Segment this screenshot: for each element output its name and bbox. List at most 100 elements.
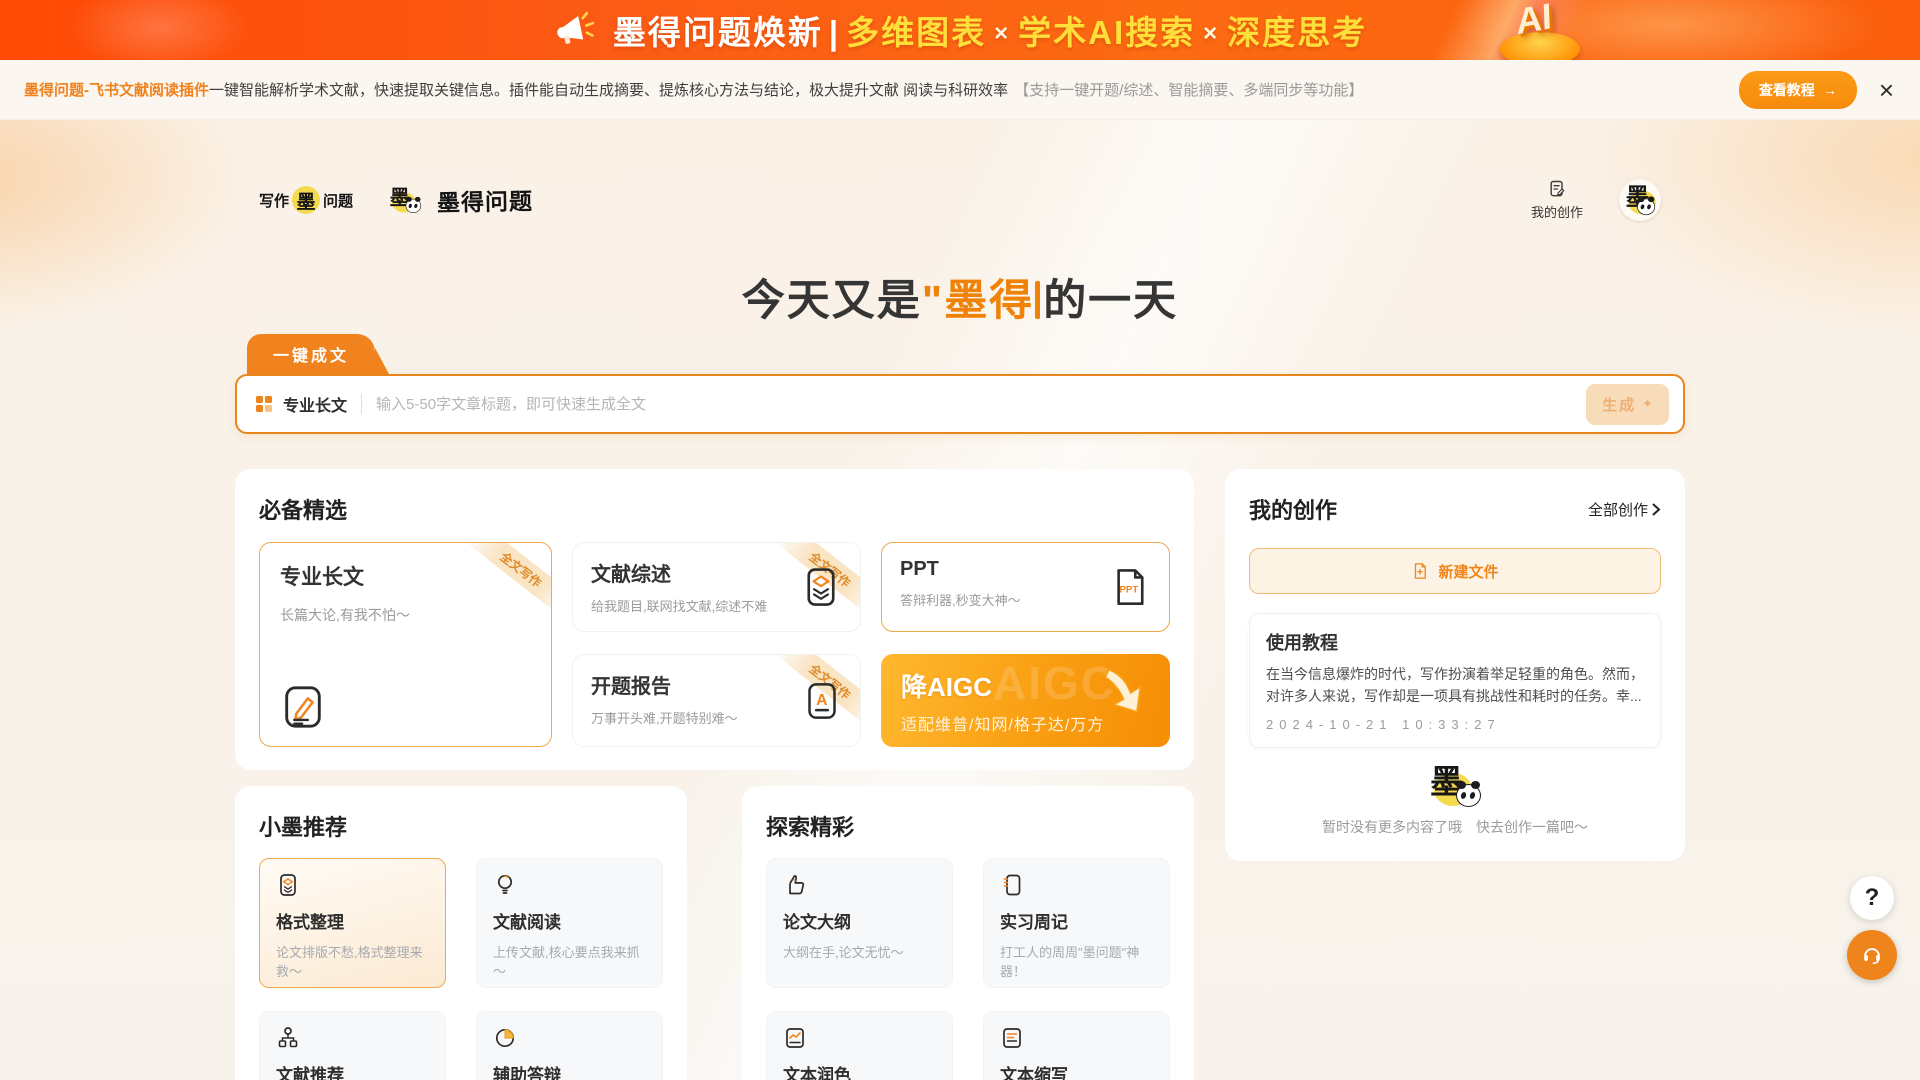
my-creations-nav[interactable]: 我的创作	[1531, 179, 1583, 221]
explore-title: 探索精彩	[766, 810, 1170, 842]
close-icon[interactable]: ×	[1879, 77, 1894, 103]
mode-selector[interactable]: 专业长文	[255, 392, 347, 416]
card-format-cleanup[interactable]: 格式整理 论文排版不愁,格式整理来救～	[259, 858, 446, 988]
svg-text:A: A	[816, 692, 828, 709]
logo-main[interactable]: 墨 墨得问题	[379, 178, 533, 222]
banner-separator: |	[829, 14, 840, 51]
logo1-prefix: 写作	[259, 190, 289, 211]
card-title: 论文大纲	[783, 908, 936, 933]
view-all-link[interactable]: 全部创作	[1588, 499, 1661, 520]
title-input-bar: 专业长文 生成✦	[235, 374, 1685, 434]
question-icon: ?	[1865, 884, 1880, 912]
promo-banner: 墨得问题焕新|多维图表×学术AI搜索×深度思考 AI	[0, 0, 1920, 60]
new-file-button[interactable]: 新建文件	[1249, 548, 1661, 594]
card-ppt[interactable]: PPT 答辩利器,秒变大神～ PPT	[881, 542, 1170, 632]
pie-chart-icon	[493, 1026, 517, 1050]
layers-document-icon	[276, 873, 300, 897]
lines-document-icon	[1000, 1026, 1024, 1050]
grid-icon	[255, 395, 273, 413]
card-subtitle: 适配维普/知网/格子达/万方	[901, 711, 1104, 735]
sparkle-icon: ✦	[1642, 396, 1653, 412]
typing-cursor	[1035, 281, 1040, 319]
ai-badge-text: AI	[1516, 0, 1553, 43]
notice-highlight: 墨得问题-飞书文献阅读插件	[24, 82, 209, 99]
notice-body: 一键智能解析学术文献，快速提取关键信息。插件能自动生成摘要、提炼核心方法与结论，…	[209, 82, 1008, 99]
thumbs-up-icon	[783, 873, 807, 897]
card-title: 辅助答辩	[493, 1061, 646, 1080]
logo-small[interactable]: 写作 墨 问题	[259, 186, 353, 214]
arrow-right-icon: →	[1823, 82, 1837, 98]
title-input[interactable]	[376, 396, 1586, 413]
banner-brand: 墨得问题焕新	[613, 14, 823, 51]
card-proposal-report[interactable]: 全文写作 开题报告 万事开头难,开题特别难～ A	[572, 654, 861, 747]
customer-service-button[interactable]	[1847, 930, 1897, 980]
divider	[361, 394, 362, 414]
composer: 一键成文 专业长文 生成✦	[235, 334, 1685, 434]
notice-bar: 墨得问题-飞书文献阅读插件一键智能解析学术文献，快速提取关键信息。插件能自动生成…	[0, 60, 1920, 120]
card-paper-outline[interactable]: 论文大纲 大纲在手,论文无忧～	[766, 858, 953, 988]
card-reduce-aigc[interactable]: AIGC 降AIGC 适配维普/知网/格子达/万方	[881, 654, 1170, 747]
view-all-label: 全部创作	[1588, 499, 1648, 520]
card-title: 文献阅读	[493, 908, 646, 933]
chart-document-icon	[783, 1026, 807, 1050]
card-literature-recommend[interactable]: 文献推荐 给我内容,帮你找最适合的文献～	[259, 1011, 446, 1080]
document-edit-icon	[1547, 179, 1567, 199]
card-subtitle: 大纲在手,论文无忧～	[783, 942, 936, 961]
view-tutorial-button[interactable]: 查看教程 →	[1739, 71, 1857, 109]
new-file-label: 新建文件	[1438, 561, 1498, 582]
panda-logo-icon: 墨	[389, 186, 421, 213]
my-creations-panel: 我的创作 全部创作 新建文件	[1225, 469, 1685, 861]
notice-bracket: 【支持一键开题/综述、智能摘要、多端同步等功能】	[1014, 82, 1363, 99]
card-subtitle: 打工人的周周"墨问题"神器！	[1000, 942, 1153, 980]
hero-pre: 今天又是	[742, 277, 922, 325]
card-title: 文献推荐	[276, 1061, 429, 1080]
banner-feature-thinking: 深度思考	[1227, 14, 1367, 51]
notebook-icon	[1000, 873, 1024, 897]
essentials-title: 必备精选	[259, 493, 1170, 525]
card-text-condense[interactable]: 文本缩写 浓缩才是精华,点我试试看～	[983, 1011, 1170, 1080]
essentials-panel: 必备精选 全文写作 专业长文 长篇大论,有我不怕～	[235, 469, 1194, 770]
tutorial-timestamp: 2024-10-21 10:33:27	[1266, 717, 1644, 732]
card-long-article[interactable]: 全文写作 专业长文 长篇大论,有我不怕～	[259, 542, 552, 747]
hero-highlight: 墨得	[944, 277, 1034, 325]
recommend-panel: 小墨推荐 格式整理 论文排版不愁,格式整理来救～	[235, 786, 687, 1080]
help-button[interactable]: ?	[1850, 876, 1894, 920]
explore-panel: 探索精彩 论文大纲 大纲在手,论文无忧～	[742, 786, 1194, 1080]
hero-post: 的一天	[1043, 277, 1178, 325]
banner-feature-search: 学术AI搜索	[1018, 14, 1195, 51]
file-plus-icon	[1411, 562, 1429, 580]
banner-decor-left	[70, 0, 250, 60]
card-title: 专业长文	[280, 561, 531, 591]
generate-button[interactable]: 生成✦	[1586, 384, 1669, 425]
avatar-panda-icon: 墨	[1625, 184, 1655, 216]
card-literature-reading[interactable]: 文献阅读 上传文献,核心要点我来抓～	[476, 858, 663, 988]
tutorial-body: 在当今信息爆炸的时代，写作扮演着举足轻重的角色。然而，对许多人来说，写作却是一项…	[1266, 663, 1644, 708]
hero-title: 今天又是"墨得的一天	[235, 266, 1685, 328]
card-subtitle: 论文排版不愁,格式整理来救～	[276, 942, 429, 980]
tutorial-item[interactable]: 使用教程 在当今信息爆炸的时代，写作扮演着举足轻重的角色。然而，对许多人来说，写…	[1249, 613, 1661, 748]
chevron-right-icon	[1652, 503, 1661, 516]
a-document-icon: A	[802, 681, 842, 721]
card-literature-review[interactable]: 全文写作 文献综述 给我题目,联网找文献,综述不难	[572, 542, 861, 632]
banner-times-1: ×	[994, 20, 1010, 47]
page-header: 写作 墨 问题 墨 墨得问题	[259, 178, 1661, 222]
panda-empty-icon: 墨	[1429, 764, 1481, 808]
empty-state: 墨 暂时没有更多内容了哦 快去创作一篇吧～	[1249, 764, 1661, 837]
logo1-suffix: 问题	[323, 190, 353, 211]
lightbulb-icon	[493, 873, 517, 897]
card-title: 格式整理	[276, 908, 429, 933]
tab-one-click-writing[interactable]: 一键成文	[247, 334, 375, 374]
card-defense-assist[interactable]: 辅助答辩 答辩利器,舌战群导～	[476, 1011, 663, 1080]
pencil-document-icon	[280, 684, 326, 730]
main-page: 写作 墨 问题 墨 墨得问题	[0, 120, 1920, 1080]
view-tutorial-label: 查看教程	[1759, 80, 1815, 100]
card-text-polish[interactable]: 文本润色 文采飞扬,从润色开始～	[766, 1011, 953, 1080]
avatar[interactable]: 墨	[1619, 179, 1661, 221]
card-internship-journal[interactable]: 实习周记 打工人的周周"墨问题"神器！	[983, 858, 1170, 988]
org-chart-icon	[276, 1026, 300, 1050]
card-title: 文本润色	[783, 1061, 936, 1080]
headset-icon	[1861, 944, 1883, 966]
ai-3d-badge: AI	[1496, 2, 1586, 60]
svg-text:PPT: PPT	[1120, 584, 1139, 595]
logo2-text: 墨得问题	[437, 182, 534, 218]
